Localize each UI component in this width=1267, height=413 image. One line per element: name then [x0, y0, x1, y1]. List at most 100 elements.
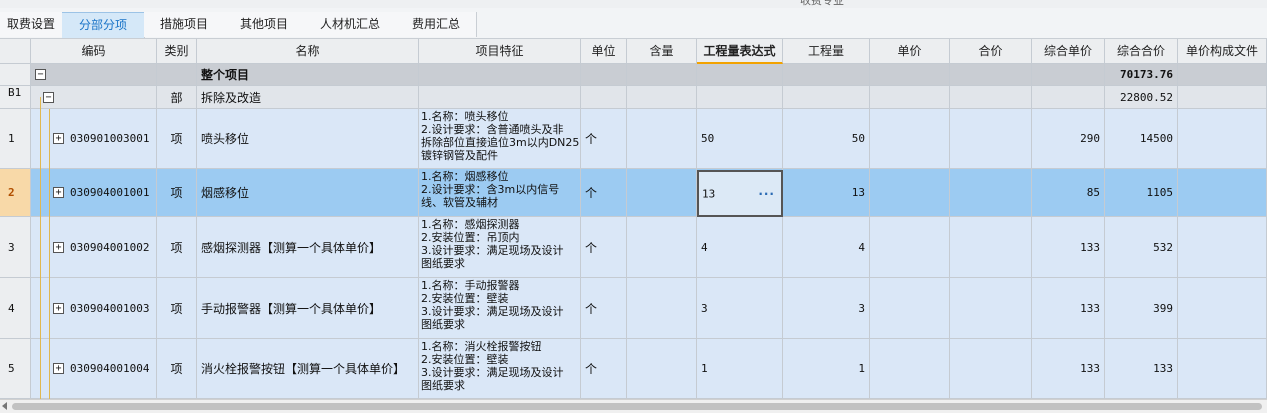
expand-icon[interactable]: + [53, 241, 64, 253]
qty-cell[interactable]: 3 [783, 278, 870, 339]
name-cell[interactable]: 感烟探测器【测算一个具体单价】 [197, 217, 419, 278]
qty-cell [783, 64, 870, 86]
col-name-header[interactable]: 名称 [197, 39, 419, 64]
feature-line: 3.设计要求：满足现场及设计 [421, 366, 564, 379]
name-cell: 拆除及改造 [197, 86, 419, 109]
col-price-file-header[interactable]: 单价构成文件 [1178, 39, 1267, 64]
feature-line: 线、软管及辅材 [421, 196, 498, 209]
expand-icon[interactable]: + [53, 133, 64, 144]
unit-total-cell[interactable]: 290 [1032, 109, 1105, 169]
col-unit-header[interactable]: 单位 [581, 39, 627, 64]
price-file-cell[interactable] [1178, 109, 1267, 169]
price-cell[interactable] [870, 169, 950, 217]
amount-cell[interactable] [950, 217, 1032, 278]
amount-cell[interactable] [950, 109, 1032, 169]
qty-expr-cell[interactable]: 50 [697, 109, 783, 169]
unit-cell[interactable]: 个 [581, 217, 627, 278]
horizontal-scrollbar[interactable] [0, 399, 1267, 413]
content-cell[interactable] [627, 169, 697, 217]
feature-cell[interactable]: 1.名称：手动报警器 2.安装位置：壁装 3.设计要求：满足现场及设计 图纸要求 [419, 278, 581, 339]
col-price-header[interactable]: 单价 [870, 39, 950, 64]
col-unit-total-header[interactable]: 综合单价 [1032, 39, 1105, 64]
tab-other-items[interactable]: 其他项目 [224, 12, 305, 37]
qty-cell[interactable]: 1 [783, 339, 870, 399]
table-row[interactable]: 5 +030904001004 项 消火栓报警按钮【测算一个具体单价】 1.名称… [0, 339, 1267, 399]
total-cell: 399 [1105, 278, 1178, 339]
section-row[interactable]: B1 − 部 拆除及改造 22800.52 [0, 86, 1267, 109]
tab-items[interactable]: 分部分项 [62, 12, 145, 38]
table-row[interactable]: 3 +030904001002 项 感烟探测器【测算一个具体单价】 1.名称：感… [0, 217, 1267, 278]
row-number [0, 64, 31, 86]
scroll-thumb[interactable] [12, 403, 1262, 410]
collapse-icon[interactable]: − [43, 91, 54, 103]
price-cell[interactable] [870, 278, 950, 339]
amount-cell[interactable] [950, 278, 1032, 339]
tab-measures[interactable]: 措施项目 [144, 12, 225, 37]
price-file-cell[interactable] [1178, 169, 1267, 217]
feature-cell[interactable]: 1.名称：喷头移位 2.设计要求：含普通喷头及非 拆除部位直接追位3m以内DN2… [419, 109, 581, 169]
unit-total-cell[interactable]: 133 [1032, 278, 1105, 339]
name-cell[interactable]: 消火栓报警按钮【测算一个具体单价】 [197, 339, 419, 399]
amount-cell [950, 64, 1032, 86]
content-cell[interactable] [627, 278, 697, 339]
name-cell[interactable]: 手动报警器【测算一个具体单价】 [197, 278, 419, 339]
rownum-header [0, 39, 31, 64]
table-row[interactable]: 1 +030901003001 项 喷头移位 1.名称：喷头移位 2.设计要求：… [0, 109, 1267, 169]
feature-cell[interactable]: 1.名称：感烟探测器 2.安装位置：吊顶内 3.设计要求：满足现场及设计 图纸要… [419, 217, 581, 278]
content-cell[interactable] [627, 109, 697, 169]
expand-icon[interactable]: + [53, 363, 64, 374]
col-qty-header[interactable]: 工程量 [783, 39, 870, 64]
col-content-header[interactable]: 含量 [627, 39, 697, 64]
expand-icon[interactable]: + [53, 187, 64, 198]
price-file-cell[interactable] [1178, 278, 1267, 339]
price-cell[interactable] [870, 217, 950, 278]
unit-cell[interactable]: 个 [581, 339, 627, 399]
table-row[interactable]: 4 +030904001003 项 手动报警器【测算一个具体单价】 1.名称：手… [0, 278, 1267, 339]
unit-total-cell[interactable]: 85 [1032, 169, 1105, 217]
qty-expr-cell[interactable]: 4 [697, 217, 783, 278]
feature-cell [419, 64, 581, 86]
qty-expr-cell[interactable]: 3 [697, 278, 783, 339]
expand-icon[interactable]: + [53, 302, 64, 314]
total-row[interactable]: − 整个项目 70173.76 [0, 64, 1267, 86]
feature-cell[interactable]: 1.名称：消火栓报警按钮 2.安装位置：壁装 3.设计要求：满足现场及设计 图纸… [419, 339, 581, 399]
unit-cell[interactable]: 个 [581, 169, 627, 217]
price-cell[interactable] [870, 339, 950, 399]
scroll-left-arrow-icon[interactable] [2, 402, 7, 410]
unit-cell[interactable]: 个 [581, 278, 627, 339]
feature-line: 1.名称：感烟探测器 [421, 218, 520, 231]
tab-cost-summary[interactable]: 费用汇总 [396, 12, 477, 37]
tab-fee-settings[interactable]: 取费设置 [0, 12, 63, 37]
type-cell: 项 [157, 109, 197, 169]
qty-expr-editor[interactable]: 13 ··· [697, 170, 783, 217]
price-file-cell [1178, 64, 1267, 86]
price-file-cell[interactable] [1178, 339, 1267, 399]
unit-cell[interactable]: 个 [581, 109, 627, 169]
qty-cell[interactable]: 50 [783, 109, 870, 169]
collapse-icon[interactable]: − [35, 69, 46, 80]
unit-total-cell[interactable]: 133 [1032, 217, 1105, 278]
qty-cell[interactable]: 13 [783, 169, 870, 217]
qty-cell[interactable]: 4 [783, 217, 870, 278]
qty-expr-cell[interactable]: 1 [697, 339, 783, 399]
name-cell[interactable]: 烟感移位 [197, 169, 419, 217]
col-feature-header[interactable]: 项目特征 [419, 39, 581, 64]
col-type-header[interactable]: 类别 [157, 39, 197, 64]
unit-total-cell[interactable]: 133 [1032, 339, 1105, 399]
name-cell[interactable]: 喷头移位 [197, 109, 419, 169]
col-total-header[interactable]: 综合合价 [1105, 39, 1178, 64]
price-cell[interactable] [870, 109, 950, 169]
col-amount-header[interactable]: 合价 [950, 39, 1032, 64]
amount-cell[interactable] [950, 169, 1032, 217]
price-cell [870, 86, 950, 109]
more-icon[interactable]: ··· [758, 187, 775, 201]
feature-cell[interactable]: 1.名称：烟感移位 2.设计要求：含3m以内信号 线、软管及辅材 [419, 169, 581, 217]
amount-cell[interactable] [950, 339, 1032, 399]
col-qty-expr-header[interactable]: 工程量表达式 [697, 39, 783, 64]
tab-materials-summary[interactable]: 人材机汇总 [304, 12, 397, 37]
col-code-header[interactable]: 编码 [31, 39, 157, 64]
content-cell[interactable] [627, 339, 697, 399]
content-cell[interactable] [627, 217, 697, 278]
table-row-selected[interactable]: 2 +030904001001 项 烟感移位 1.名称：烟感移位 2.设计要求：… [0, 169, 1267, 217]
price-file-cell[interactable] [1178, 217, 1267, 278]
